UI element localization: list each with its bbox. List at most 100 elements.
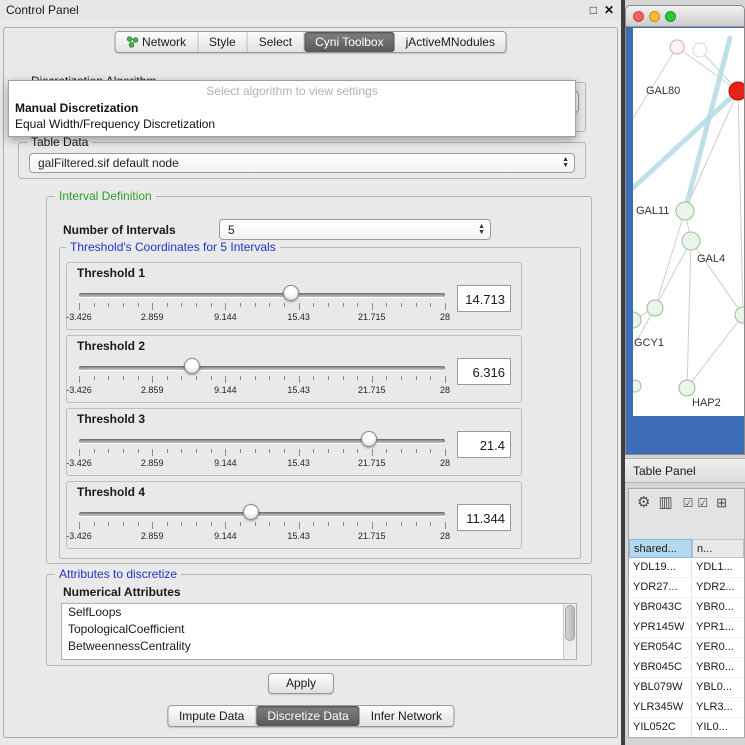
tick-mark (181, 303, 182, 307)
cell-shared-name: YLR345W (629, 698, 692, 717)
slider-ticks (79, 376, 445, 384)
table-data-combo[interactable]: galFiltered.sif default node ▲▼ (29, 153, 575, 173)
threshold-slider[interactable]: -3.4262.8599.14415.4321.71528 (77, 501, 447, 545)
threshold-value-field[interactable]: 11.344 (457, 504, 511, 531)
threshold-slider[interactable]: -3.4262.8599.14415.4321.71528 (77, 355, 447, 399)
slider-scale: -3.4262.8599.14415.4321.71528 (79, 458, 445, 470)
network-canvas[interactable]: GAL80GAL11GAL4GCY1HAP2 (633, 28, 745, 416)
list-scrollbar-thumb[interactable] (565, 605, 575, 641)
tick-mark (401, 376, 402, 380)
attributes-group: Attributes to discretize Numerical Attri… (46, 574, 592, 666)
bottom-tab-infer-network[interactable]: Infer Network (360, 706, 453, 726)
tick-mark (225, 303, 226, 310)
network-node[interactable] (679, 380, 695, 396)
algorithm-option-equal-width-frequency-discretization[interactable]: Equal Width/Frequency Discretization (9, 116, 575, 132)
table-row[interactable]: YBL079WYBL0... (629, 678, 744, 698)
network-edge[interactable] (677, 47, 738, 91)
attribute-list-item[interactable]: SelfLoops (62, 604, 576, 621)
network-node[interactable] (633, 312, 641, 328)
column-header-name[interactable]: n... (692, 539, 744, 558)
close-traffic-light-icon[interactable] (633, 11, 644, 22)
tick-mark (357, 303, 358, 307)
slider-thumb-icon[interactable] (184, 358, 200, 374)
table-row[interactable]: YIL052CYIL0... (629, 718, 744, 737)
network-edge[interactable] (633, 241, 691, 348)
slider-track[interactable] (79, 293, 445, 297)
scale-label: 2.859 (141, 312, 164, 322)
gear-icon[interactable]: ⚙ (637, 496, 650, 510)
network-node[interactable] (647, 300, 663, 316)
slider-ticks (79, 522, 445, 530)
table-row[interactable]: YDR27...YDR2... (629, 578, 744, 598)
zoom-traffic-light-icon[interactable] (665, 11, 676, 22)
network-edge[interactable] (687, 241, 691, 388)
slider-track[interactable] (79, 366, 445, 370)
tab-style[interactable]: Style (198, 32, 248, 52)
network-node[interactable] (633, 380, 641, 392)
tick-mark (167, 303, 168, 307)
select-all-icon[interactable]: ☑ (683, 496, 694, 510)
top-tab-bar: NetworkStyleSelectCyni ToolboxjActiveMNo… (114, 31, 507, 53)
table-row[interactable]: YBR043CYBR0... (629, 598, 744, 618)
network-node-label: GAL4 (697, 253, 725, 265)
threshold-value-field[interactable]: 21.4 (457, 431, 511, 458)
tick-mark (269, 303, 270, 307)
table-row[interactable]: YLR345WYLR3... (629, 698, 744, 718)
tick-mark (255, 376, 256, 380)
scale-label: 28 (440, 312, 450, 322)
columns-icon[interactable]: ▥ (658, 496, 672, 510)
float-window-icon[interactable]: □ (590, 3, 597, 17)
column-header-shared-name[interactable]: shared... (629, 539, 692, 558)
grid-icon[interactable]: ⊞ (716, 496, 727, 510)
tick-mark (211, 449, 212, 453)
table-row[interactable]: YDL19...YDL1... (629, 558, 744, 578)
apply-button[interactable]: Apply (268, 673, 334, 694)
bottom-tab-impute-data[interactable]: Impute Data (168, 706, 256, 726)
tab-select[interactable]: Select (248, 32, 304, 52)
threshold-value-field[interactable]: 6.316 (457, 358, 511, 385)
tick-mark (357, 449, 358, 453)
slider-thumb-icon[interactable] (283, 285, 299, 301)
slider-thumb-icon[interactable] (361, 431, 377, 447)
network-node[interactable] (735, 307, 745, 323)
table-row[interactable]: YER054CYER0... (629, 638, 744, 658)
tab-cyni-toolbox[interactable]: Cyni Toolbox (304, 32, 394, 52)
tab-network[interactable]: Network (115, 32, 198, 52)
network-node[interactable] (676, 202, 694, 220)
list-scrollbar[interactable] (563, 604, 576, 659)
network-node[interactable] (682, 232, 700, 250)
scale-label: 21.715 (358, 458, 386, 468)
network-node[interactable] (693, 43, 707, 57)
threshold-value-field[interactable]: 14.713 (457, 285, 511, 312)
network-node-selected[interactable] (729, 82, 745, 100)
cell-shared-name: YIL052C (629, 718, 692, 737)
close-window-icon[interactable]: ✕ (604, 3, 614, 17)
network-node[interactable] (670, 40, 684, 54)
threshold-slider[interactable]: -3.4262.8599.14415.4321.71528 (77, 428, 447, 472)
tick-mark (138, 376, 139, 380)
attribute-list-item[interactable]: BetweennessCentrality (62, 638, 576, 655)
thresholds-group-title: Threshold's Coordinates for 5 Intervals (66, 240, 280, 254)
algorithm-option-manual-discretization[interactable]: Manual Discretization (9, 100, 575, 116)
network-edge[interactable] (633, 47, 677, 118)
tab-jactivemnodules[interactable]: jActiveMNodules (395, 32, 506, 52)
select-none-icon[interactable]: ☑ (697, 496, 708, 510)
slider-track[interactable] (79, 512, 445, 516)
scale-label: -3.426 (66, 385, 92, 395)
bottom-tab-discretize-data[interactable]: Discretize Data (256, 706, 359, 726)
network-thick-edge[interactable] (633, 93, 736, 188)
scale-label: 15.43 (287, 385, 310, 395)
minimize-traffic-light-icon[interactable] (649, 11, 660, 22)
tick-mark (269, 376, 270, 380)
numerical-attributes-list[interactable]: SelfLoopsTopologicalCoefficientBetweenne… (61, 603, 577, 660)
network-edge[interactable] (738, 91, 743, 315)
slider-thumb-icon[interactable] (243, 504, 259, 520)
threshold-slider[interactable]: -3.4262.8599.14415.4321.71528 (77, 282, 447, 326)
tick-mark (181, 449, 182, 453)
table-row[interactable]: YBR045CYBR0... (629, 658, 744, 678)
table-row[interactable]: YPR145WYPR1... (629, 618, 744, 638)
slider-track[interactable] (79, 439, 445, 443)
number-of-intervals-combo[interactable]: 5 ▲▼ (219, 219, 491, 240)
network-edge[interactable] (687, 315, 743, 388)
attribute-list-item[interactable]: TopologicalCoefficient (62, 621, 576, 638)
